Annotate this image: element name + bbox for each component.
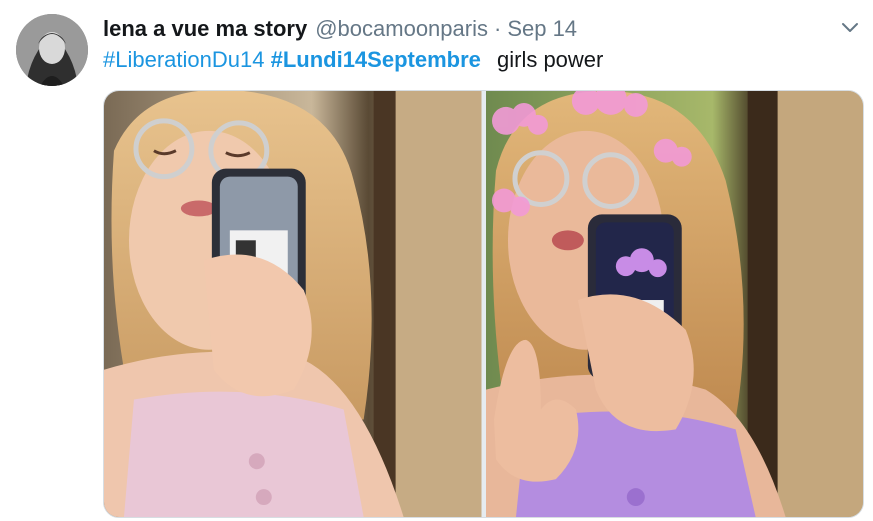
hashtag-link[interactable]: #LiberationDu14	[103, 47, 264, 72]
tweet-text: #LiberationDu14 #Lundi14Septembre girls …	[103, 45, 853, 75]
photo-1[interactable]	[104, 91, 482, 517]
hashtag-link[interactable]: #Lundi14Septembre	[271, 47, 481, 72]
tweet-body-text: girls power	[497, 47, 604, 72]
photo-2[interactable]	[485, 91, 863, 517]
user-handle[interactable]: @bocamoonparis	[315, 14, 488, 44]
avatar[interactable]	[16, 14, 88, 86]
chevron-down-icon[interactable]	[839, 16, 861, 38]
tweet-card: lena a vue ma story @bocamoonparis · Sep…	[0, 0, 873, 521]
display-name[interactable]: lena a vue ma story	[103, 14, 307, 44]
separator-dot: ·	[493, 16, 502, 41]
tweet-header: lena a vue ma story @bocamoonparis · Sep…	[103, 14, 813, 44]
media-grid	[103, 90, 864, 518]
timestamp[interactable]: Sep 14	[507, 14, 577, 44]
